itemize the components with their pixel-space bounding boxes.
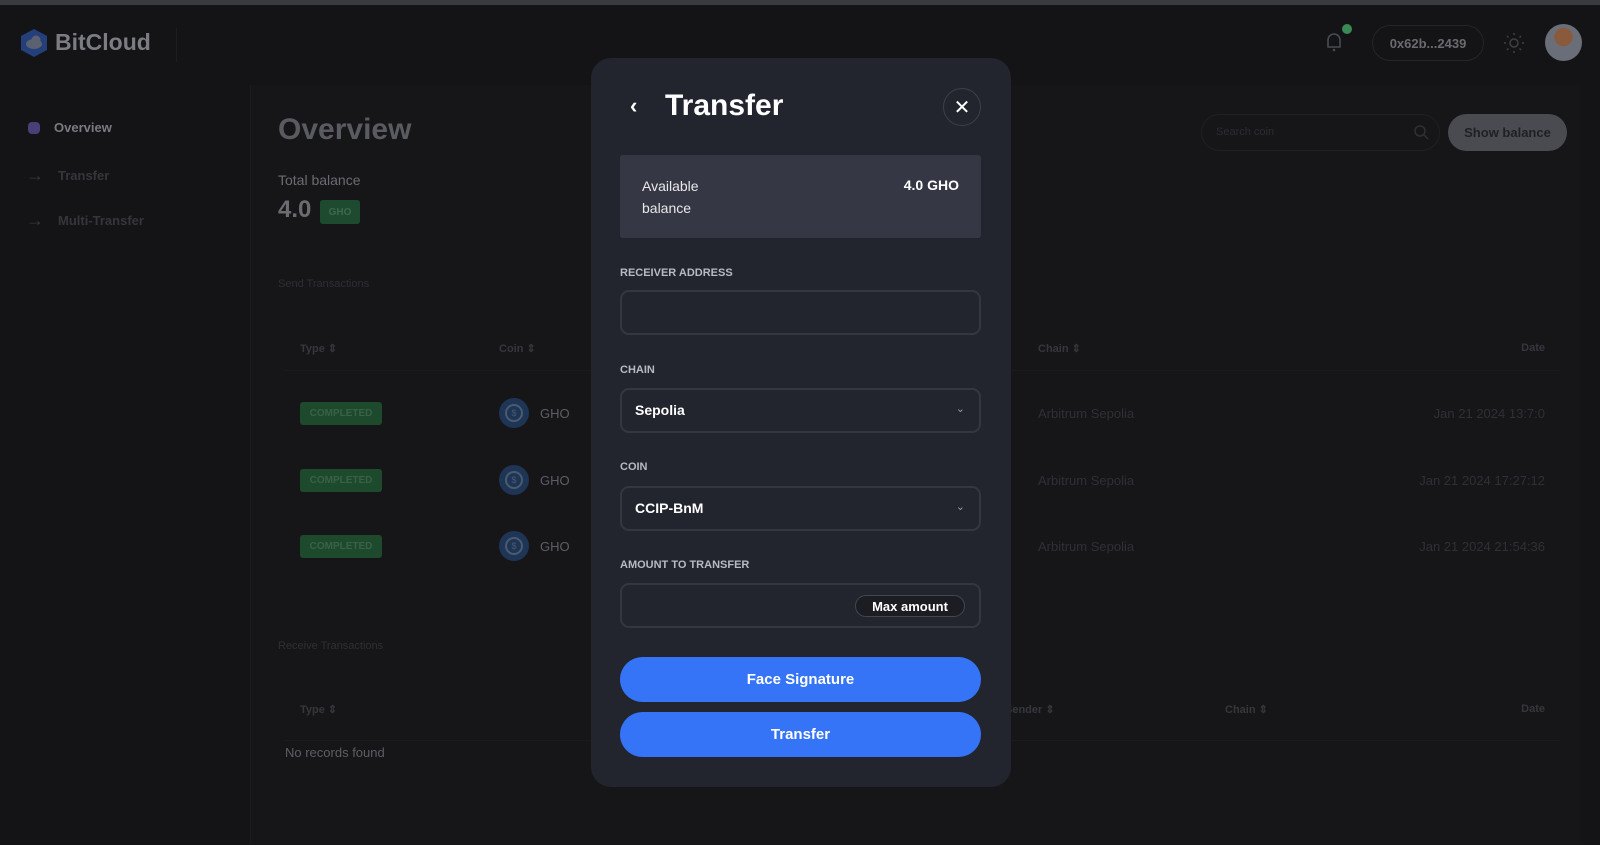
modal-title: Transfer <box>665 89 784 122</box>
sidebar-item-transfer[interactable]: → Transfer <box>26 165 109 186</box>
transfer-button[interactable]: Transfer <box>620 712 981 757</box>
gho-coin-icon: $ <box>499 531 529 561</box>
status-badge: COMPLETED <box>300 469 382 492</box>
receiver-address-label: RECEIVER ADDRESS <box>620 267 733 279</box>
column-header-coin[interactable]: Coin ⇕ <box>499 342 536 355</box>
chain-label: CHAIN <box>620 364 655 376</box>
dot-icon <box>28 121 40 134</box>
coin-name: GHO <box>540 473 570 488</box>
bitcloud-logo-icon <box>21 29 47 57</box>
chain-select[interactable]: Sepolia ⌄ <box>620 388 981 433</box>
chevron-down-icon: ⌄ <box>955 403 965 415</box>
search-icon[interactable] <box>1413 124 1429 140</box>
close-icon: ✕ <box>953 96 971 119</box>
divider <box>176 28 177 62</box>
date: Jan 21 2024 13:7:0 <box>1433 406 1545 421</box>
bell-icon[interactable] <box>1323 30 1345 54</box>
currency-badge: GHO <box>320 200 360 224</box>
coin-value: CCIP-BnM <box>635 500 704 516</box>
page-title: Overview <box>278 113 412 146</box>
show-balance-button[interactable]: Show balance <box>1448 114 1567 151</box>
notification-dot <box>1342 24 1352 34</box>
column-header-date: Date <box>1521 342 1545 354</box>
empty-state: No records found <box>285 745 385 760</box>
chevron-down-icon: ⌄ <box>955 501 965 513</box>
status-badge: COMPLETED <box>300 402 382 425</box>
coin-select[interactable]: CCIP-BnM ⌄ <box>620 486 981 531</box>
column-header-chain[interactable]: Chain ⇕ <box>1038 342 1081 355</box>
column-header-type[interactable]: Type ⇕ <box>300 342 337 355</box>
search-input[interactable]: Search coin <box>1201 114 1440 151</box>
sun-theme-icon[interactable] <box>1503 32 1525 54</box>
available-balance-value: 4.0 GHO <box>903 177 959 193</box>
total-balance-value: 4.0 <box>278 196 312 223</box>
amount-input[interactable]: Max amount <box>620 583 981 628</box>
total-balance-label: Total balance <box>278 172 361 188</box>
status-badge: COMPLETED <box>300 535 382 558</box>
sidebar-item-multi-transfer[interactable]: → Multi-Transfer <box>26 210 144 231</box>
arrow-right-icon: → <box>26 210 44 230</box>
column-header-type[interactable]: Type ⇕ <box>300 703 337 716</box>
chain-value: Sepolia <box>635 402 685 418</box>
chain-name: Arbitrum Sepolia <box>1038 539 1135 554</box>
max-amount-button[interactable]: Max amount <box>855 595 965 617</box>
window-top-bar <box>0 0 1600 5</box>
chain-name: Arbitrum Sepolia <box>1038 473 1135 488</box>
face-signature-button[interactable]: Face Signature <box>620 657 981 702</box>
gho-coin-icon: $ <box>499 465 529 495</box>
send-transactions-title: Send Transactions <box>278 278 370 290</box>
chain-name: Arbitrum Sepolia <box>1038 406 1135 421</box>
search-placeholder: Search coin <box>1216 126 1275 138</box>
column-header-date: Date <box>1521 703 1545 715</box>
arrow-right-icon: → <box>26 165 44 185</box>
column-header-chain[interactable]: Chain ⇕ <box>1225 703 1268 716</box>
back-chevron-icon[interactable]: ‹ <box>630 93 637 119</box>
avatar[interactable] <box>1545 24 1582 61</box>
date: Jan 21 2024 21:54:36 <box>1419 539 1545 554</box>
available-balance-label: Available balance <box>642 178 699 216</box>
amount-label: AMOUNT TO TRANSFER <box>620 559 750 571</box>
coin-name: GHO <box>540 539 570 554</box>
brand-name: BitCloud <box>55 29 151 55</box>
sidebar-item-label: Transfer <box>58 168 110 183</box>
receive-transactions-title: Receive Transactions <box>278 640 384 652</box>
coin-name: GHO <box>540 406 570 421</box>
column-header-sender[interactable]: Sender ⇕ <box>1005 703 1055 716</box>
sidebar-item-label: Multi-Transfer <box>58 213 144 228</box>
sidebar-item-overview[interactable]: Overview <box>26 120 112 135</box>
close-button[interactable]: ✕ <box>943 88 981 126</box>
wallet-address-button[interactable]: 0x62b...2439 <box>1372 25 1484 61</box>
sidebar-item-label: Overview <box>54 120 112 135</box>
gho-coin-icon: $ <box>499 398 529 428</box>
coin-label: COIN <box>620 461 648 473</box>
date: Jan 21 2024 17:27:12 <box>1419 473 1545 488</box>
receiver-address-input[interactable] <box>620 290 981 335</box>
